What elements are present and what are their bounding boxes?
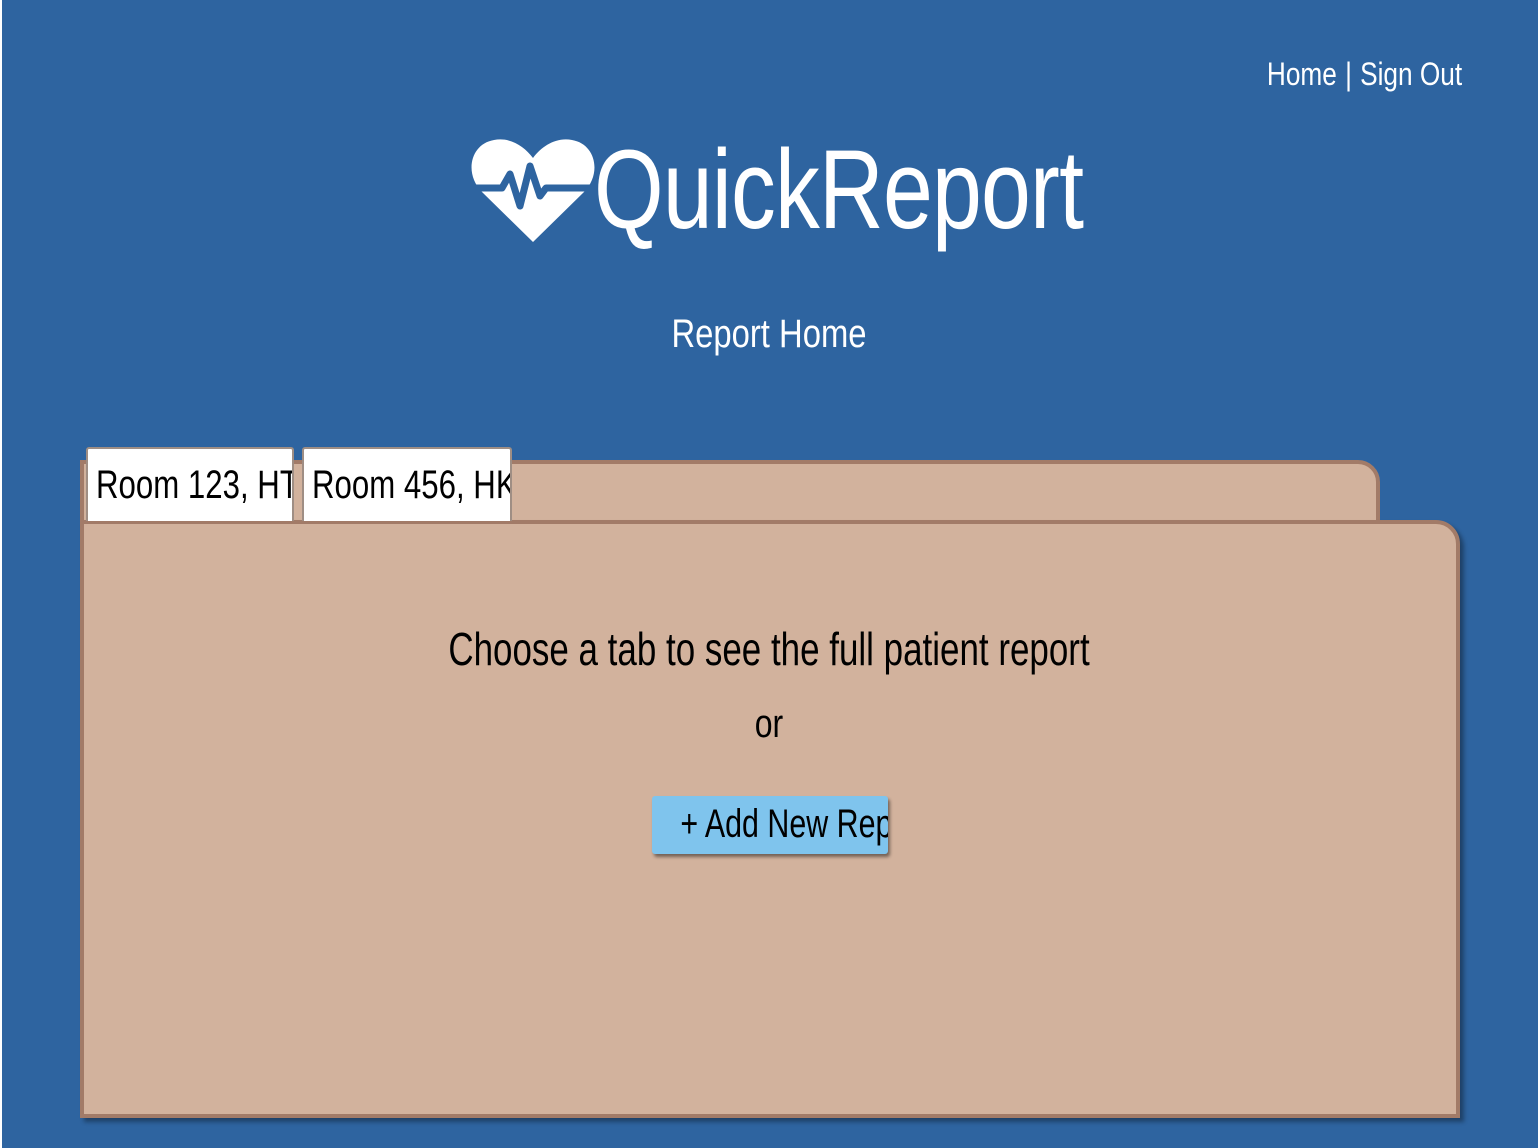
- window-edge: [0, 0, 2, 1148]
- heart-pulse-icon: [470, 139, 596, 242]
- add-new-report-button[interactable]: + Add New Report: [652, 796, 888, 854]
- nav-separator: |: [1344, 56, 1352, 92]
- top-nav: Home | Sign Out: [1267, 56, 1462, 93]
- app-name: QuickReport: [594, 127, 1084, 252]
- home-link[interactable]: Home: [1267, 56, 1337, 92]
- instruction-text: Choose a tab to see the full patient rep…: [448, 623, 1090, 675]
- app-logo[interactable]: QuickReport: [468, 120, 1205, 260]
- sign-out-link[interactable]: Sign Out: [1360, 56, 1462, 92]
- page-title: Report Home: [671, 312, 867, 356]
- tab-room-456[interactable]: Room 456, HK: [302, 447, 512, 521]
- tab-room-123[interactable]: Room 123, HT: [86, 447, 294, 521]
- tab-label: Room 456, HK: [312, 463, 512, 507]
- tab-label: Room 123, HT: [96, 463, 294, 507]
- add-new-report-label: + Add New Report: [680, 802, 888, 846]
- or-text: or: [754, 702, 784, 746]
